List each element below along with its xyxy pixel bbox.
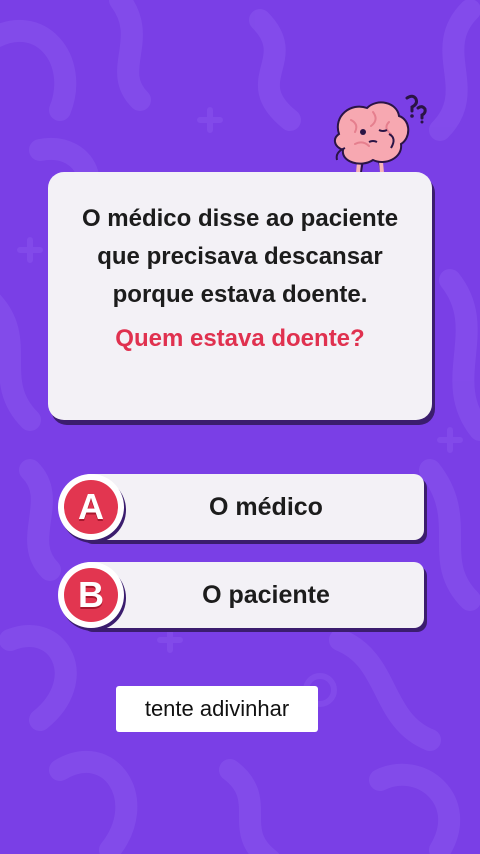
answer-badge-a[interactable]: A — [58, 474, 124, 540]
question-prompt: Quem estava doente? — [115, 325, 365, 352]
answer-badge-b[interactable]: B — [58, 562, 124, 628]
answer-option-b[interactable]: O paciente B — [58, 562, 424, 628]
letter-a: A — [64, 480, 118, 534]
letter-b: B — [64, 568, 118, 622]
guess-button[interactable]: tente adivinhar — [116, 686, 318, 732]
answer-label[interactable]: O paciente — [118, 562, 414, 628]
answer-option-a[interactable]: O médico A — [58, 474, 424, 540]
answer-label[interactable]: O médico — [118, 474, 414, 540]
question-text: O médico disse ao paciente que precisava… — [81, 205, 399, 308]
question-marks — [405, 94, 427, 120]
question-card: O médico disse ao paciente que precisava… — [48, 172, 432, 420]
